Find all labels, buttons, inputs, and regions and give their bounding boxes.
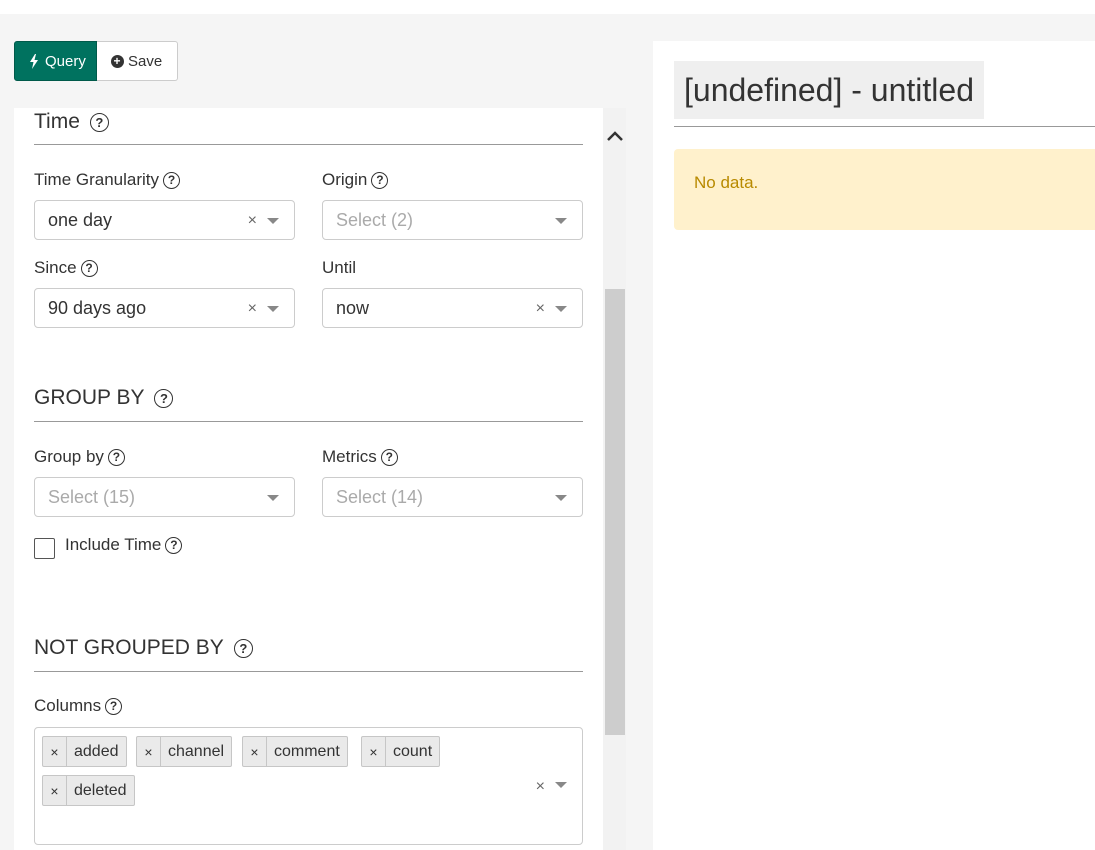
chart-title[interactable]: [undefined] - untitled [674,61,984,119]
select-placeholder: Select (2) [336,209,414,230]
metrics-label: Metrics ? [322,447,398,467]
section-title-label: GROUP BY [34,386,145,409]
include-time-label[interactable]: Include Time ? [65,535,183,555]
no-data-alert: No data. [674,149,1095,230]
times-icon[interactable]: × [536,300,545,318]
alert-text: No data. [694,173,759,192]
chip-label: added [74,742,119,760]
chip-label: comment [274,742,340,760]
caret-down-icon[interactable] [267,306,279,312]
divider [34,144,583,145]
label-text: Until [322,258,357,277]
chevron-up-icon[interactable] [606,128,624,144]
chip-label: deleted [74,781,127,799]
bolt-icon [27,53,41,69]
metrics-select[interactable]: Select (14) [322,477,583,517]
chip-label: count [393,742,433,760]
select-placeholder: Select (14) [336,486,424,507]
caret-down-icon[interactable] [555,495,567,501]
divider [674,126,1095,127]
until-select[interactable]: now × [322,288,583,328]
selected-value: now [336,297,370,318]
label-text: Columns [34,696,102,715]
query-button[interactable]: Query [14,41,97,81]
selected-value: 90 days ago [48,297,147,318]
question-circle-icon: ? [89,112,109,132]
time-granularity-label: Time Granularity ? [34,170,181,190]
times-icon[interactable]: × [536,778,545,796]
query-toolbar: Query + Save [14,41,178,81]
caret-down-icon[interactable] [267,218,279,224]
column-chip: × channel [136,736,233,767]
top-strip [0,0,1095,14]
origin-label: Origin ? [322,170,389,190]
question-circle-icon: ? [107,448,125,466]
times-icon[interactable]: × [248,300,257,318]
question-circle-icon: ? [165,536,183,554]
caret-down-icon[interactable] [555,218,567,224]
times-icon[interactable]: × [43,776,67,805]
save-button[interactable]: + Save [97,41,178,81]
times-icon[interactable]: × [243,737,267,766]
label-text: Metrics [322,447,377,466]
times-icon[interactable]: × [137,737,161,766]
divider [34,421,583,422]
label-text: Since [34,258,77,277]
times-icon[interactable]: × [362,737,386,766]
column-chip: × comment [242,736,348,767]
group-by-label: Group by ? [34,447,125,467]
group-by-select[interactable]: Select (15) [34,477,295,517]
question-circle-icon: ? [380,448,398,466]
include-time-checkbox[interactable] [34,538,55,559]
question-circle-icon: ? [371,171,389,189]
question-circle-icon: ? [163,171,181,189]
caret-down-icon[interactable] [555,782,567,788]
since-select[interactable]: 90 days ago × [34,288,295,328]
question-circle-icon: ? [233,638,253,658]
time-granularity-select[interactable]: one day × [34,200,295,240]
selected-value: one day [48,209,113,230]
columns-label: Columns ? [34,696,123,716]
section-title-time[interactable]: Time ? [34,110,109,134]
origin-select[interactable]: Select (2) [322,200,583,240]
label-text: Include Time [65,535,162,554]
section-title-label: Time [34,110,80,133]
question-circle-icon: ? [154,388,174,408]
column-chip: × deleted [42,775,135,806]
question-circle-icon: ? [105,697,123,715]
caret-down-icon[interactable] [267,495,279,501]
section-title-group-by[interactable]: GROUP BY ? [34,386,174,410]
times-icon[interactable]: × [43,737,67,766]
caret-down-icon[interactable] [555,306,567,312]
until-label: Until [322,258,356,278]
column-chip: × added [42,736,127,767]
label-text: Time Granularity [34,170,160,189]
query-button-label: Query [45,52,86,70]
section-title-not-grouped-by[interactable]: NOT GROUPED BY ? [34,636,253,660]
scrollbar-thumb[interactable] [605,289,625,735]
chart-title-text: [undefined] - untitled [684,71,974,108]
section-title-label: NOT GROUPED BY [34,636,224,659]
label-text: Origin [322,170,368,189]
since-label: Since ? [34,258,98,278]
columns-multiselect[interactable]: × added × channel × comment × count × de… [34,727,583,845]
save-button-label: Save [128,52,163,70]
chip-label: channel [168,742,225,760]
select-placeholder: Select (15) [48,486,136,507]
times-icon[interactable]: × [248,212,257,230]
label-text: Group by [34,447,104,466]
column-chip: × count [361,736,441,767]
divider [34,671,583,672]
question-circle-icon: ? [80,259,98,277]
plus-circle-icon: + [110,54,124,68]
